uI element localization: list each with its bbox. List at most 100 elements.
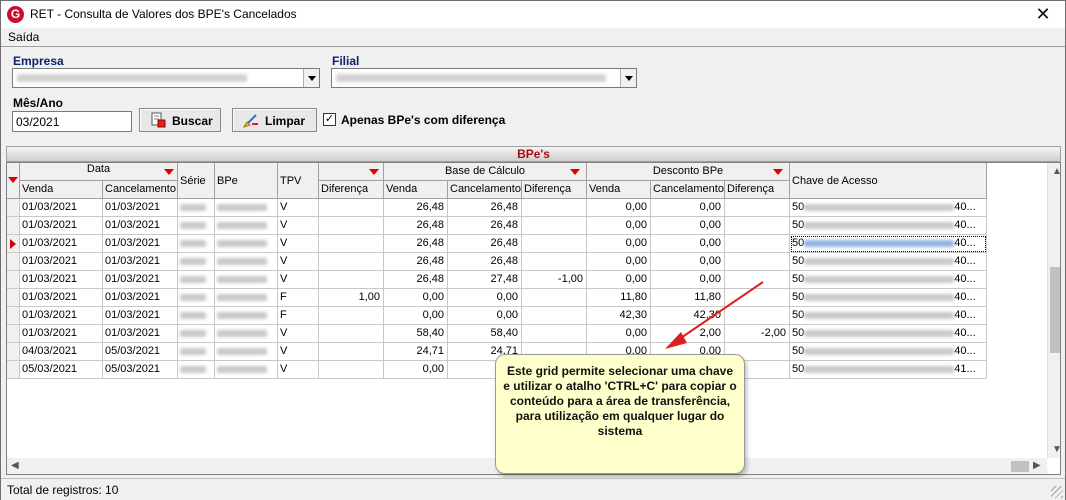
cell-base-venda[interactable]: 26,48 — [384, 271, 448, 289]
cell-venda[interactable]: 01/03/2021 — [20, 199, 103, 217]
cell-bpe[interactable] — [215, 289, 278, 307]
cell-serie[interactable] — [178, 343, 215, 361]
cell-base-diferenca[interactable] — [522, 199, 587, 217]
cell-tpv[interactable]: V — [278, 235, 319, 253]
data-group-header[interactable]: Data — [20, 163, 178, 181]
cell-base-diferenca[interactable] — [522, 217, 587, 235]
cell-base-cancelamento[interactable]: 26,48 — [448, 217, 522, 235]
cell-chave[interactable]: 50 40... — [790, 307, 987, 325]
cell-chave[interactable]: 50 40... — [790, 325, 987, 343]
col-base-venda[interactable]: Venda — [384, 181, 448, 199]
cell-base-diferenca[interactable] — [522, 253, 587, 271]
scroll-down-icon[interactable]: ▼ — [1052, 444, 1060, 455]
cell-venda[interactable]: 05/03/2021 — [20, 361, 103, 379]
row-indicator[interactable] — [7, 217, 20, 235]
cell-chave[interactable]: 50 40... — [790, 271, 987, 289]
cell-base-diferenca[interactable]: -1,00 — [522, 271, 587, 289]
cell-bpe[interactable] — [215, 253, 278, 271]
cell-tpv[interactable]: V — [278, 199, 319, 217]
cell-tpv[interactable]: V — [278, 325, 319, 343]
buscar-button[interactable]: Buscar — [139, 108, 221, 132]
apenas-checkbox[interactable]: ✓ — [323, 113, 336, 126]
cell-diferenca[interactable] — [319, 325, 384, 343]
cell-diferenca[interactable] — [319, 217, 384, 235]
filial-select[interactable] — [331, 68, 637, 88]
cell-tpv[interactable]: V — [278, 253, 319, 271]
horizontal-scroll-thumb[interactable] — [1011, 461, 1029, 472]
cell-serie[interactable] — [178, 253, 215, 271]
cell-base-venda[interactable]: 26,48 — [384, 199, 448, 217]
cell-tpv[interactable]: F — [278, 289, 319, 307]
cell-chave[interactable]: 50 40... — [790, 253, 987, 271]
cell-base-venda[interactable]: 58,40 — [384, 325, 448, 343]
cell-cancelamento[interactable]: 01/03/2021 — [103, 253, 178, 271]
cell-base-venda[interactable]: 26,48 — [384, 253, 448, 271]
cell-venda[interactable]: 01/03/2021 — [20, 289, 103, 307]
cell-tpv[interactable]: V — [278, 361, 319, 379]
row-indicator[interactable] — [7, 199, 20, 217]
cell-cancelamento[interactable]: 05/03/2021 — [103, 361, 178, 379]
cell-base-venda[interactable]: 24,71 — [384, 343, 448, 361]
cell-chave[interactable]: 50 40... — [790, 289, 987, 307]
cell-base-diferenca[interactable] — [522, 307, 587, 325]
diferenca-group-header[interactable] — [319, 163, 384, 181]
cell-diferenca[interactable] — [319, 343, 384, 361]
col-bpe[interactable]: BPe — [215, 163, 278, 199]
col-venda[interactable]: Venda — [20, 181, 103, 199]
cell-bpe[interactable] — [215, 271, 278, 289]
cell-cancelamento[interactable]: 01/03/2021 — [103, 235, 178, 253]
cell-desc-diferenca[interactable] — [725, 235, 790, 253]
cell-base-diferenca[interactable] — [522, 289, 587, 307]
cell-bpe[interactable] — [215, 235, 278, 253]
cell-tpv[interactable]: F — [278, 307, 319, 325]
cell-diferenca[interactable] — [319, 307, 384, 325]
cell-tpv[interactable]: V — [278, 217, 319, 235]
col-tpv[interactable]: TPV — [278, 163, 319, 199]
scroll-up-icon[interactable]: ▲ — [1052, 166, 1060, 177]
cell-venda[interactable]: 01/03/2021 — [20, 253, 103, 271]
cell-cancelamento[interactable]: 01/03/2021 — [103, 199, 178, 217]
cell-base-venda[interactable]: 0,00 — [384, 289, 448, 307]
col-serie[interactable]: Série — [178, 163, 215, 199]
cell-venda[interactable]: 04/03/2021 — [20, 343, 103, 361]
cell-venda[interactable]: 01/03/2021 — [20, 217, 103, 235]
cell-cancelamento[interactable]: 01/03/2021 — [103, 271, 178, 289]
col-diferenca[interactable]: Diferença — [319, 181, 384, 199]
cell-bpe[interactable] — [215, 325, 278, 343]
cell-bpe[interactable] — [215, 217, 278, 235]
cell-base-cancelamento[interactable]: 26,48 — [448, 235, 522, 253]
row-indicator[interactable] — [7, 307, 20, 325]
cell-desc-diferenca[interactable] — [725, 199, 790, 217]
cell-desc-cancelamento[interactable]: 0,00 — [651, 217, 725, 235]
vertical-scrollbar[interactable]: ▲ ▼ — [1047, 163, 1060, 458]
cell-diferenca[interactable] — [319, 253, 384, 271]
row-indicator[interactable] — [7, 253, 20, 271]
cell-serie[interactable] — [178, 235, 215, 253]
cell-bpe[interactable] — [215, 343, 278, 361]
cell-serie[interactable] — [178, 289, 215, 307]
cell-serie[interactable] — [178, 361, 215, 379]
col-desc-cancelamento[interactable]: Cancelamento — [651, 181, 725, 199]
col-desc-diferenca[interactable]: Diferença — [725, 181, 790, 199]
cell-base-cancelamento[interactable]: 27,48 — [448, 271, 522, 289]
cell-base-cancelamento[interactable]: 0,00 — [448, 289, 522, 307]
cell-chave[interactable]: 50 40... — [790, 343, 987, 361]
cell-cancelamento[interactable]: 01/03/2021 — [103, 325, 178, 343]
cell-cancelamento[interactable]: 05/03/2021 — [103, 343, 178, 361]
menu-item-saida[interactable]: Saída — [8, 30, 39, 44]
cell-desc-venda[interactable]: 0,00 — [587, 235, 651, 253]
cell-venda[interactable]: 01/03/2021 — [20, 325, 103, 343]
row-indicator[interactable] — [7, 343, 20, 361]
cell-tpv[interactable]: V — [278, 271, 319, 289]
desconto-group-header[interactable]: Desconto BPe — [587, 163, 790, 181]
cell-base-venda[interactable]: 26,48 — [384, 217, 448, 235]
cell-serie[interactable] — [178, 325, 215, 343]
cell-desc-diferenca[interactable] — [725, 217, 790, 235]
cell-venda[interactable]: 01/03/2021 — [20, 307, 103, 325]
cell-base-venda[interactable]: 0,00 — [384, 361, 448, 379]
cell-chave[interactable]: 50 40... — [790, 217, 987, 235]
cell-cancelamento[interactable]: 01/03/2021 — [103, 289, 178, 307]
cell-desc-venda[interactable]: 0,00 — [587, 217, 651, 235]
cell-diferenca[interactable] — [319, 199, 384, 217]
chevron-down-icon[interactable] — [303, 69, 319, 87]
